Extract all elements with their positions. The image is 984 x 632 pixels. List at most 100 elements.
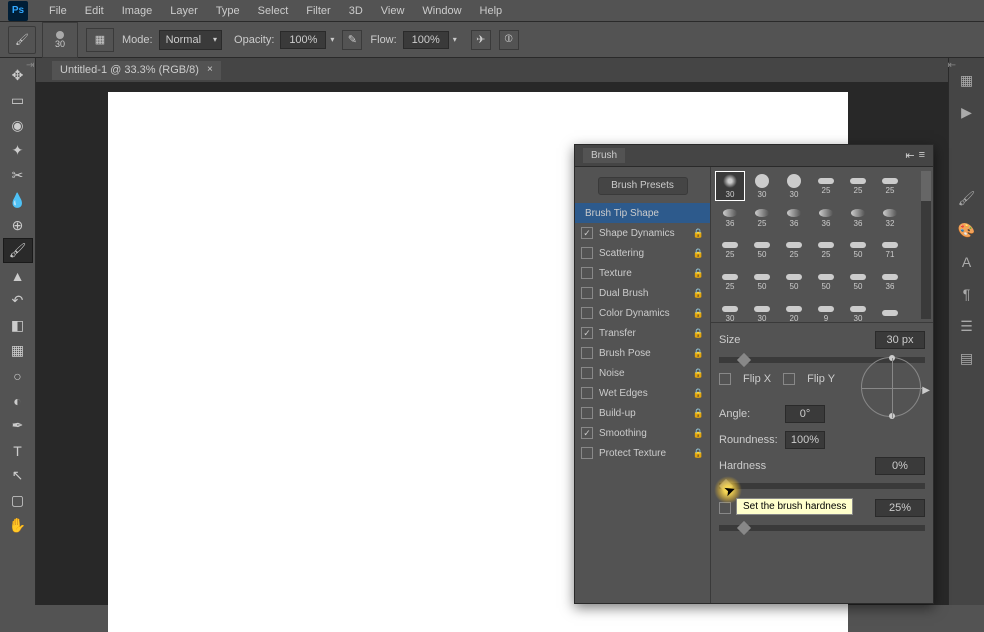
brush-thumb[interactable]: 36: [811, 203, 841, 233]
airbrush-icon[interactable]: ✈: [471, 30, 491, 50]
close-tab-icon[interactable]: ×: [207, 64, 213, 75]
setting-color-dynamics[interactable]: Color Dynamics🔒: [575, 303, 710, 323]
thumbs-scrollbar[interactable]: [921, 171, 931, 319]
marquee-tool[interactable]: ▭: [3, 88, 33, 113]
healing-brush-tool[interactable]: ⊕: [3, 213, 33, 238]
hand-tool[interactable]: ✋: [3, 513, 33, 538]
setting-wet-edges[interactable]: Wet Edges🔒: [575, 383, 710, 403]
brush-thumb[interactable]: 50: [843, 235, 873, 265]
lock-icon[interactable]: 🔒: [693, 448, 704, 459]
eraser-tool[interactable]: ◧: [3, 313, 33, 338]
dodge-tool[interactable]: ◐: [3, 388, 33, 413]
path-selection-tool[interactable]: ↖: [3, 463, 33, 488]
brush-thumb[interactable]: 25: [811, 235, 841, 265]
lasso-tool[interactable]: ◉: [3, 113, 33, 138]
lock-icon[interactable]: 🔒: [693, 408, 704, 419]
size-input[interactable]: 30 px: [875, 331, 925, 349]
setting-smoothing[interactable]: Smoothing🔒: [575, 423, 710, 443]
brush-thumb[interactable]: 25: [875, 171, 905, 201]
magic-wand-tool[interactable]: ✦: [3, 138, 33, 163]
setting-checkbox[interactable]: [581, 387, 593, 399]
brush-thumb[interactable]: 30: [843, 299, 873, 323]
setting-shape-dynamics[interactable]: Shape Dynamics🔒: [575, 223, 710, 243]
setting-checkbox[interactable]: [581, 227, 593, 239]
color-panel-icon[interactable]: ▦: [953, 66, 981, 94]
crop-tool[interactable]: ✂: [3, 163, 33, 188]
hardness-slider[interactable]: [719, 483, 925, 489]
brush-thumb[interactable]: 32: [875, 203, 905, 233]
brush-thumb[interactable]: 36: [875, 267, 905, 297]
brush-panel-toggle[interactable]: ▦: [86, 28, 114, 52]
flipx-checkbox[interactable]: [719, 373, 731, 385]
brush-thumb[interactable]: 25: [843, 171, 873, 201]
setting-checkbox[interactable]: [581, 247, 593, 259]
lock-icon[interactable]: 🔒: [693, 428, 704, 439]
flipy-checkbox[interactable]: [783, 373, 795, 385]
brush-thumb[interactable]: 36: [715, 203, 745, 233]
clone-stamp-tool[interactable]: ▲: [3, 263, 33, 288]
setting-transfer[interactable]: Transfer🔒: [575, 323, 710, 343]
menu-image[interactable]: Image: [113, 5, 162, 17]
opacity-input[interactable]: 100%: [280, 31, 326, 49]
setting-checkbox[interactable]: [581, 367, 593, 379]
channels-panel-icon[interactable]: ▤: [953, 344, 981, 372]
setting-checkbox[interactable]: [581, 447, 593, 459]
setting-checkbox[interactable]: [581, 327, 593, 339]
tool-preset-picker[interactable]: 🖌: [8, 26, 36, 54]
history-brush-tool[interactable]: ↶: [3, 288, 33, 313]
angle-dial[interactable]: ▶: [861, 357, 921, 417]
brush-thumb[interactable]: 50: [747, 267, 777, 297]
brush-thumb[interactable]: 25: [779, 235, 809, 265]
mode-dropdown[interactable]: Normal: [159, 30, 222, 50]
lock-icon[interactable]: 🔒: [693, 288, 704, 299]
document-tab[interactable]: Untitled-1 @ 33.3% (RGB/8) ×: [52, 61, 221, 80]
hardness-input[interactable]: 0%: [875, 457, 925, 475]
setting-checkbox[interactable]: [581, 307, 593, 319]
setting-checkbox[interactable]: [581, 407, 593, 419]
brush-thumb[interactable]: 36: [779, 203, 809, 233]
opacity-arrow-icon[interactable]: ▾: [330, 35, 334, 44]
menu-3d[interactable]: 3D: [340, 5, 372, 17]
lock-icon[interactable]: 🔒: [693, 348, 704, 359]
brush-thumb[interactable]: [875, 299, 905, 323]
brush-tool[interactable]: 🖌: [3, 238, 33, 263]
brush-thumb[interactable]: 9: [811, 299, 841, 323]
panel-menu-icon[interactable]: ≡: [919, 149, 925, 162]
brush-thumb[interactable]: 30: [715, 171, 745, 201]
lock-icon[interactable]: 🔒: [693, 328, 704, 339]
setting-build-up[interactable]: Build-up🔒: [575, 403, 710, 423]
brush-thumb[interactable]: 25: [811, 171, 841, 201]
setting-brush-tip-shape[interactable]: Brush Tip Shape: [575, 203, 710, 223]
lock-icon[interactable]: 🔒: [693, 388, 704, 399]
setting-scattering[interactable]: Scattering🔒: [575, 243, 710, 263]
lock-icon[interactable]: 🔒: [693, 268, 704, 279]
setting-checkbox[interactable]: [581, 267, 593, 279]
setting-protect-texture[interactable]: Protect Texture🔒: [575, 443, 710, 463]
tablet-pressure-icon[interactable]: ⦶: [499, 30, 519, 50]
brush-presets-panel-icon[interactable]: 🎨: [953, 216, 981, 244]
pen-tool[interactable]: ✒: [3, 413, 33, 438]
lock-icon[interactable]: 🔒: [693, 368, 704, 379]
brush-thumb[interactable]: 30: [779, 171, 809, 201]
setting-checkbox[interactable]: [581, 427, 593, 439]
brush-preset-picker[interactable]: 30: [42, 22, 78, 58]
brush-panel-icon[interactable]: 🖌: [953, 184, 981, 212]
type-tool[interactable]: T: [3, 438, 33, 463]
menu-type[interactable]: Type: [207, 5, 249, 17]
brush-thumb[interactable]: 50: [843, 267, 873, 297]
flow-arrow-icon[interactable]: ▾: [453, 35, 457, 44]
menu-view[interactable]: View: [372, 5, 414, 17]
toolbar-collapse-icon[interactable]: ⇥: [26, 60, 34, 71]
panels-collapse-icon[interactable]: ⇤: [948, 60, 956, 71]
layers-panel-icon[interactable]: ☰: [953, 312, 981, 340]
brush-thumb[interactable]: 36: [843, 203, 873, 233]
setting-noise[interactable]: Noise🔒: [575, 363, 710, 383]
menu-filter[interactable]: Filter: [297, 5, 339, 17]
setting-checkbox[interactable]: [581, 347, 593, 359]
eyedropper-tool[interactable]: 💧: [3, 188, 33, 213]
roundness-input[interactable]: 100%: [785, 431, 825, 449]
brush-thumb[interactable]: 30: [715, 299, 745, 323]
rectangle-tool[interactable]: ▢: [3, 488, 33, 513]
brush-thumb[interactable]: 30: [747, 171, 777, 201]
brush-thumb[interactable]: 50: [779, 267, 809, 297]
